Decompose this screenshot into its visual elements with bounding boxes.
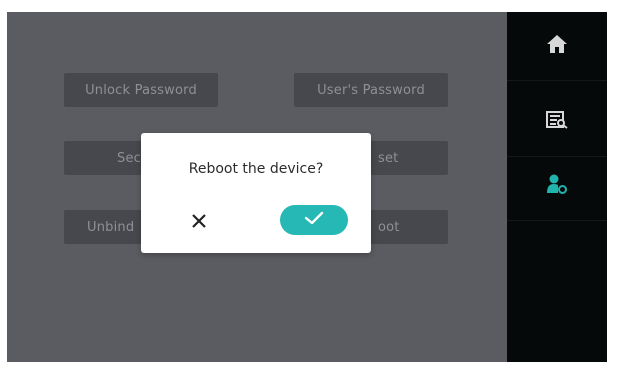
confirm-button[interactable] bbox=[280, 205, 348, 235]
check-icon bbox=[303, 210, 325, 230]
home-icon bbox=[546, 34, 568, 58]
user-settings-icon bbox=[546, 173, 568, 199]
sidebar bbox=[507, 12, 607, 362]
unbind-button-label: Unbind bbox=[87, 219, 135, 235]
sidebar-item-home[interactable] bbox=[507, 12, 607, 81]
sidebar-item-records[interactable] bbox=[507, 88, 607, 157]
device-screen: Unlock Password User's Password Sec set … bbox=[7, 12, 607, 362]
reboot-confirm-dialog: Reboot the device? bbox=[141, 133, 371, 253]
security-button-label: Sec bbox=[117, 150, 141, 166]
users-password-button[interactable]: User's Password bbox=[294, 73, 448, 107]
cancel-button[interactable] bbox=[187, 211, 211, 235]
records-icon bbox=[546, 111, 568, 133]
reset-button-label: set bbox=[378, 150, 399, 166]
dialog-message: Reboot the device? bbox=[188, 161, 324, 177]
sidebar-item-user-settings[interactable] bbox=[507, 152, 607, 221]
reboot-button-label: oot bbox=[378, 219, 400, 235]
close-icon bbox=[191, 213, 207, 233]
unlock-password-button[interactable]: Unlock Password bbox=[64, 73, 218, 107]
